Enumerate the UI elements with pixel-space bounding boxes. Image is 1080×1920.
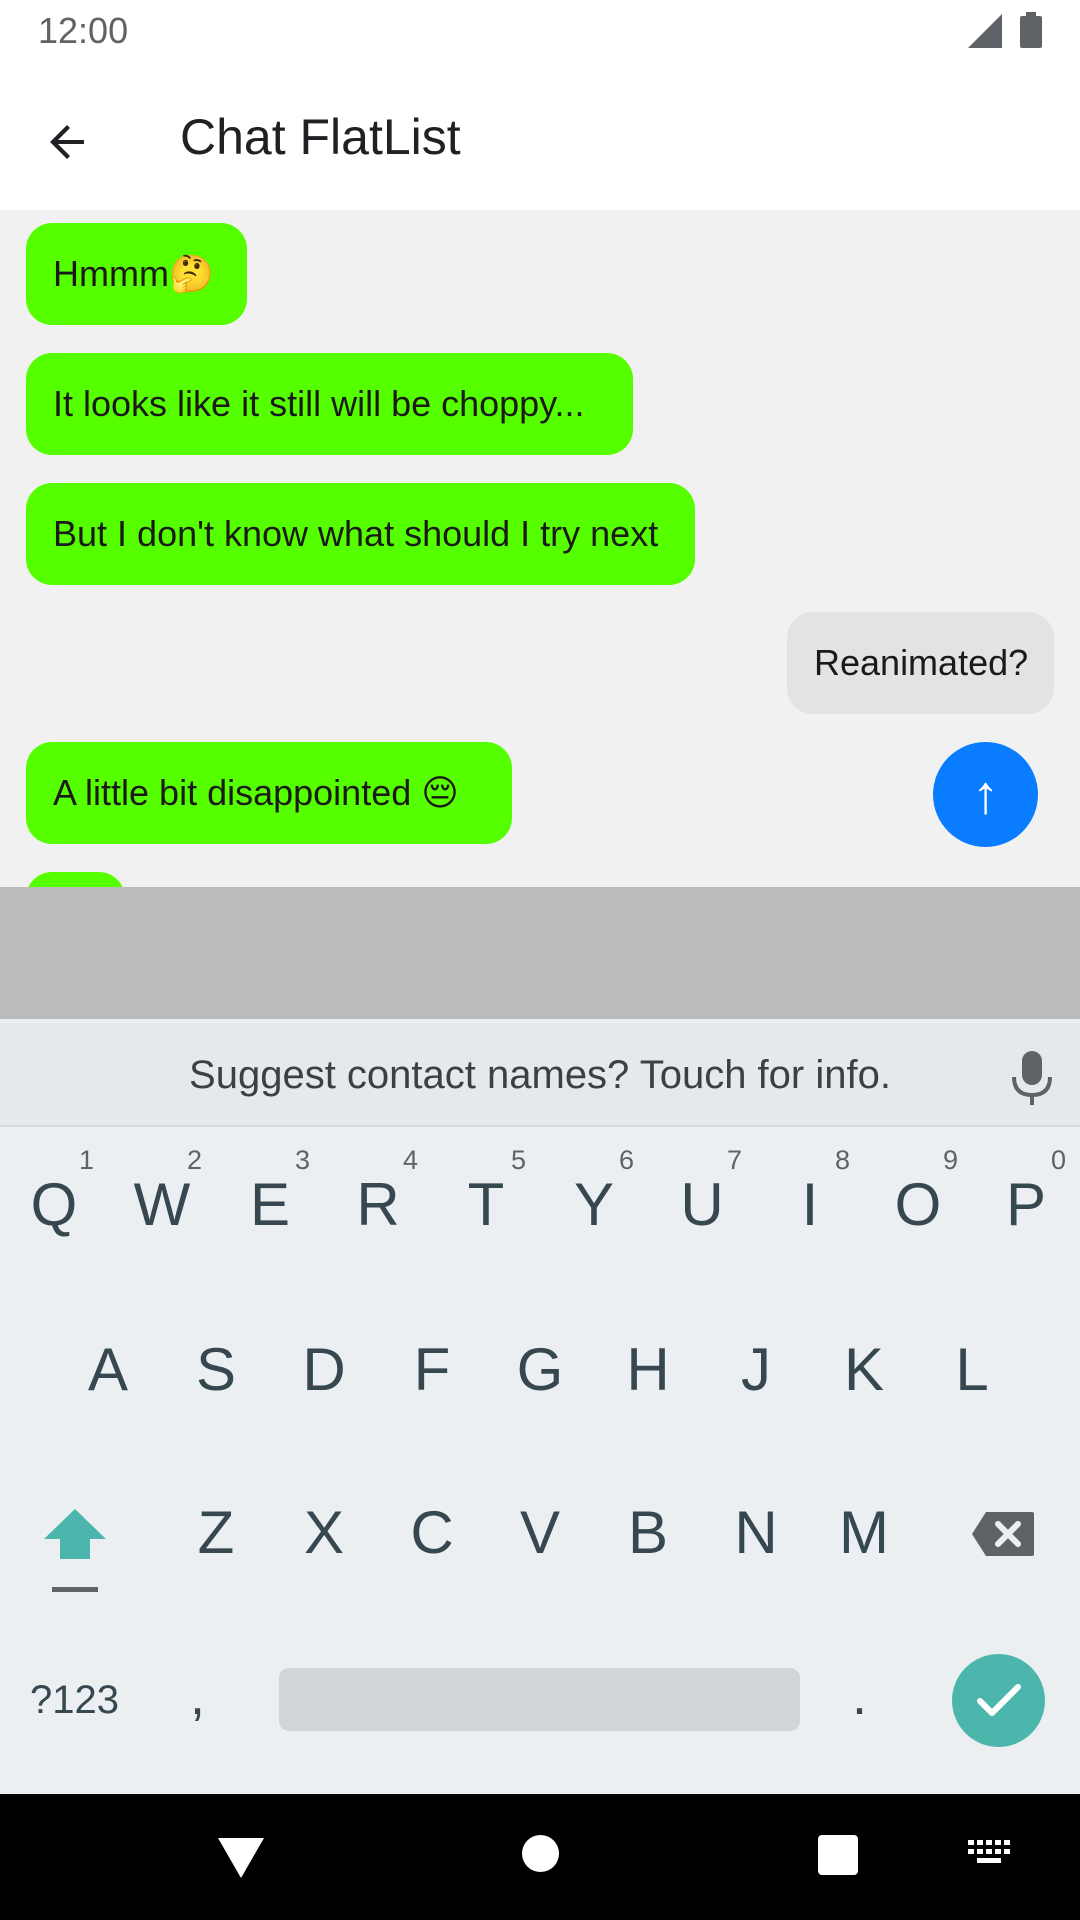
shift-icon [44, 1509, 106, 1592]
key-u[interactable]: U [652, 1170, 752, 1239]
message-bubble: A little bit disappointed 😔 [26, 742, 512, 844]
key-x[interactable]: X [274, 1498, 374, 1567]
battery-icon [1020, 12, 1042, 48]
message-text: But I don't know what should I try next [53, 513, 659, 554]
delete-key[interactable] [970, 1510, 1036, 1563]
message-bubble: But I don't know what should I try next [26, 483, 695, 585]
signal-icon [968, 14, 1002, 48]
key-hint: 1 [79, 1145, 95, 1175]
message-bubble: It looks like it still will be choppy... [26, 353, 633, 455]
key-hint: 3 [295, 1145, 311, 1175]
chat-list[interactable]: Hmmm🤔 It looks like it still will be cho… [0, 210, 1080, 887]
nav-home-icon[interactable] [522, 1835, 559, 1872]
message-text: Hmmm🤔 [53, 253, 214, 294]
key-s[interactable]: S [166, 1335, 266, 1404]
suggestion-text[interactable]: Suggest contact names? Touch for info. [0, 1053, 1080, 1098]
symbols-key[interactable]: ?123 [30, 1678, 119, 1723]
key-l[interactable]: L [922, 1335, 1022, 1404]
comma-key[interactable]: , [190, 1665, 205, 1727]
message-text: A little bit disappointed 😔 [53, 772, 459, 813]
key-hint: 8 [835, 1145, 851, 1175]
key-i[interactable]: I [760, 1170, 860, 1239]
nav-recents-icon[interactable] [818, 1835, 858, 1875]
message-text: Reanimated? [814, 642, 1029, 683]
status-time: 12:00 [38, 10, 129, 51]
key-hint: 4 [403, 1145, 419, 1175]
key-hint: 7 [727, 1145, 743, 1175]
message-bubble: Hmmm🤔 [26, 223, 247, 325]
key-b[interactable]: B [598, 1498, 698, 1567]
message-text: It looks like it still will be choppy... [53, 383, 585, 424]
key-d[interactable]: D [274, 1335, 374, 1404]
key-t[interactable]: T [436, 1170, 536, 1239]
key-hint: 5 [511, 1145, 527, 1175]
back-button[interactable] [30, 104, 106, 180]
enter-key[interactable] [952, 1654, 1045, 1747]
nav-back-icon[interactable] [218, 1838, 264, 1878]
key-q[interactable]: Q [4, 1170, 104, 1239]
key-g[interactable]: G [490, 1335, 590, 1404]
key-y[interactable]: Y [544, 1170, 644, 1239]
key-j[interactable]: J [706, 1335, 806, 1404]
check-icon [976, 1683, 1021, 1716]
space-key[interactable] [279, 1668, 800, 1731]
key-e[interactable]: E [220, 1170, 320, 1239]
key-r[interactable]: R [328, 1170, 428, 1239]
status-bar: 12:00 [0, 0, 1080, 64]
message-bubble: Reanimated? [787, 612, 1054, 714]
key-a[interactable]: A [58, 1335, 158, 1404]
message-bubble-partial [26, 872, 125, 887]
key-hint: 6 [619, 1145, 635, 1175]
key-z[interactable]: Z [166, 1498, 266, 1567]
app-bar: Chat FlatList [0, 64, 1080, 210]
keyboard-switch-icon[interactable] [968, 1840, 1012, 1870]
mic-icon[interactable] [1010, 1051, 1054, 1107]
navigation-bar [0, 1794, 1080, 1920]
key-h[interactable]: H [598, 1335, 698, 1404]
key-hint: 2 [187, 1145, 203, 1175]
arrow-back-icon [50, 125, 84, 159]
backspace-icon [972, 1512, 1034, 1556]
key-k[interactable]: K [814, 1335, 914, 1404]
key-m[interactable]: M [814, 1498, 914, 1567]
key-w[interactable]: W [112, 1170, 212, 1239]
key-f[interactable]: F [382, 1335, 482, 1404]
key-hint: 0 [1051, 1145, 1067, 1175]
key-v[interactable]: V [490, 1498, 590, 1567]
key-n[interactable]: N [706, 1498, 806, 1567]
shift-key[interactable] [40, 1505, 110, 1595]
scroll-to-top-button[interactable]: ↑ [933, 742, 1038, 847]
period-key[interactable]: . [852, 1665, 867, 1727]
suggestion-strip[interactable]: Suggest contact names? Touch for info. [0, 1023, 1080, 1127]
key-c[interactable]: C [382, 1498, 482, 1567]
key-hint: 9 [943, 1145, 959, 1175]
page-title: Chat FlatList [180, 109, 461, 165]
key-o[interactable]: O [868, 1170, 968, 1239]
key-p[interactable]: P [976, 1170, 1076, 1239]
arrow-up-icon: ↑ [972, 764, 999, 825]
input-area-placeholder [0, 887, 1080, 1019]
